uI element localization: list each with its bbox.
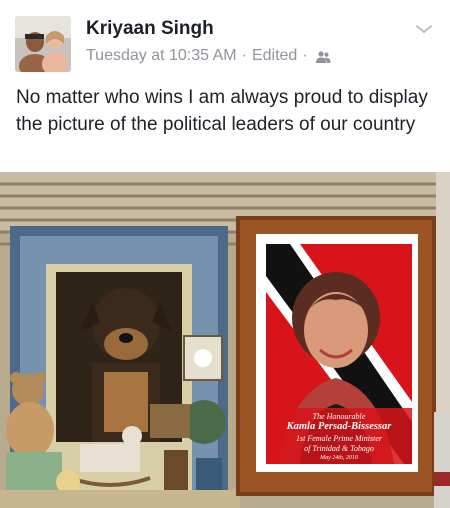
plaque-line-date: May 24th, 2010: [320, 455, 358, 461]
facebook-post: Kriyaan Singh Tuesday at 10:35 AM · Edit…: [0, 0, 450, 508]
chevron-down-icon[interactable]: [414, 22, 434, 36]
post-meta: Tuesday at 10:35 AM · Edited ·: [86, 47, 331, 65]
post-text: No matter who wins I am always proud to …: [16, 87, 428, 135]
plaque-line-name: Kamla Persad-Bissessar: [286, 421, 392, 432]
edited-label[interactable]: Edited: [252, 47, 297, 65]
post-photo[interactable]: The Honourable Kamla Persad-Bissessar 1s…: [0, 172, 450, 508]
plaque-line-honourable: The Honourable: [312, 412, 366, 421]
plaque-line-country: of Trinidad & Tobago: [304, 444, 374, 453]
plaque-line-title: 1st Female Prime Minister: [296, 434, 382, 443]
friends-icon[interactable]: [315, 50, 331, 63]
profile-photo-icon: [15, 16, 71, 72]
author-name[interactable]: Kriyaan Singh: [86, 18, 214, 40]
post-header: Kriyaan Singh Tuesday at 10:35 AM · Edit…: [0, 0, 450, 78]
post-timestamp[interactable]: Tuesday at 10:35 AM: [86, 47, 237, 65]
avatar[interactable]: [15, 16, 71, 72]
meta-separator: ·: [302, 47, 308, 64]
meta-separator: ·: [241, 47, 247, 64]
